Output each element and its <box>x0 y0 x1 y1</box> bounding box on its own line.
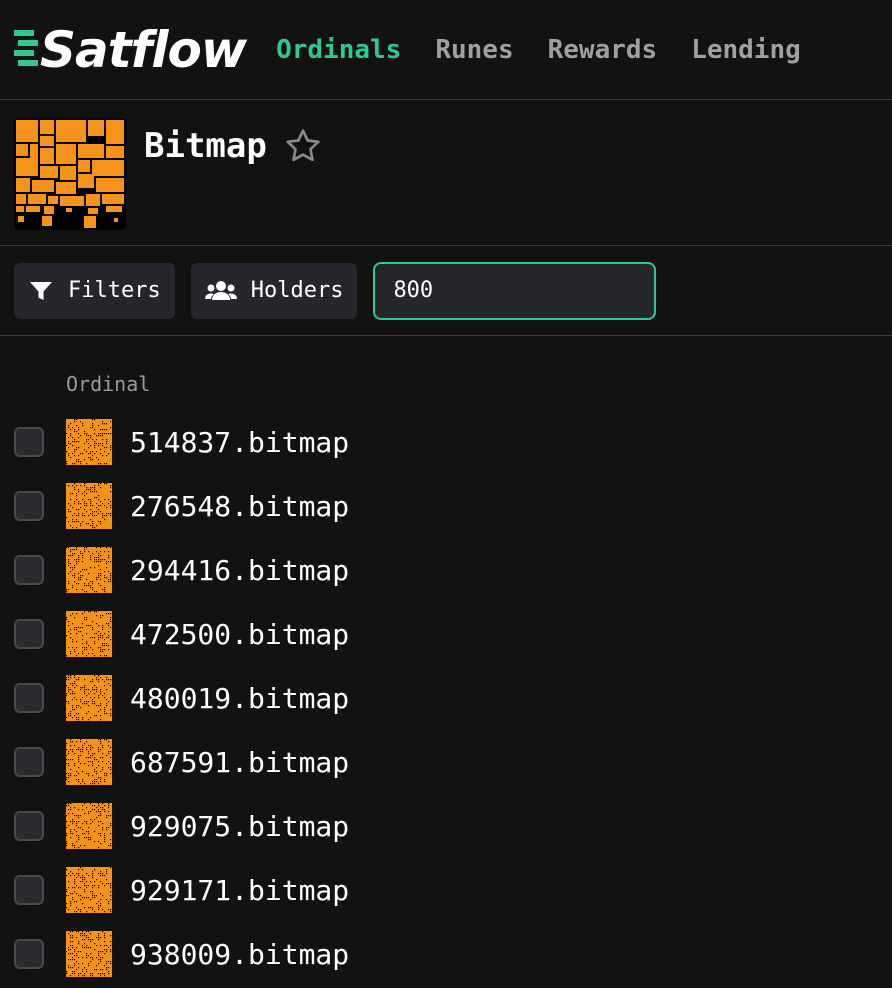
bitmap-thumbnail <box>66 803 112 849</box>
ordinal-name[interactable]: 687591.bitmap <box>130 746 349 779</box>
ordinal-list: 514837.bitmap 276548.bitmap 294416.bitmap 4… <box>0 410 892 986</box>
row-checkbox[interactable] <box>14 875 44 905</box>
bitmap-thumbnail <box>66 675 112 721</box>
list-item[interactable]: 687591.bitmap <box>0 730 892 794</box>
row-checkbox[interactable] <box>14 747 44 777</box>
satflow-logo[interactable]: Satflow <box>14 20 247 79</box>
row-checkbox[interactable] <box>14 811 44 841</box>
ordinal-name[interactable]: 938009.bitmap <box>130 938 349 971</box>
bitmap-thumbnail <box>66 611 112 657</box>
ordinal-name[interactable]: 472500.bitmap <box>130 618 349 651</box>
bitmap-thumbnail <box>66 739 112 785</box>
holders-label: Holders <box>250 278 344 303</box>
bitmap-thumbnail <box>66 547 112 593</box>
row-checkbox[interactable] <box>14 939 44 969</box>
list-item[interactable]: 929075.bitmap <box>0 794 892 858</box>
row-checkbox[interactable] <box>14 555 44 585</box>
search-input[interactable] <box>373 261 657 320</box>
ordinal-name[interactable]: 929171.bitmap <box>130 874 349 907</box>
collection-title: Bitmap <box>144 126 267 166</box>
ordinal-name[interactable]: 276548.bitmap <box>130 490 349 523</box>
list-item[interactable]: 938009.bitmap <box>0 922 892 986</box>
filter-icon <box>30 281 52 300</box>
ordinal-name[interactable]: 514837.bitmap <box>130 426 349 459</box>
list-item[interactable]: 472500.bitmap <box>0 602 892 666</box>
list-item[interactable]: 480019.bitmap <box>0 666 892 730</box>
row-checkbox[interactable] <box>14 683 44 713</box>
filters-button[interactable]: Filters <box>14 262 175 319</box>
nav-rewards[interactable]: Rewards <box>548 35 658 65</box>
list-item[interactable]: 294416.bitmap <box>0 538 892 602</box>
list-item[interactable]: 929171.bitmap <box>0 858 892 922</box>
users-icon <box>204 280 237 300</box>
ordinal-name[interactable]: 929075.bitmap <box>130 810 349 843</box>
filters-label: Filters <box>68 278 161 303</box>
row-checkbox[interactable] <box>14 619 44 649</box>
bitmap-thumbnail <box>66 867 112 913</box>
toolbar: Filters Holders <box>0 246 892 336</box>
nav-ordinals[interactable]: Ordinals <box>276 35 401 65</box>
list-item[interactable]: 514837.bitmap <box>0 410 892 474</box>
row-checkbox[interactable] <box>14 427 44 457</box>
nav-runes[interactable]: Runes <box>435 35 513 65</box>
bitmap-thumbnail <box>66 483 112 529</box>
bitmap-thumbnail <box>66 419 112 465</box>
top-navigation: Satflow Ordinals Runes Rewards Lending <box>0 0 892 100</box>
row-checkbox[interactable] <box>14 491 44 521</box>
bitmap-thumbnail <box>66 931 112 977</box>
nav-lending[interactable]: Lending <box>691 35 801 65</box>
holders-button[interactable]: Holders <box>190 262 358 319</box>
collection-image <box>14 118 126 230</box>
list-item[interactable]: 276548.bitmap <box>0 474 892 538</box>
brand-name: Satflow <box>40 20 247 79</box>
collection-header: Bitmap <box>0 100 892 246</box>
ordinal-name[interactable]: 294416.bitmap <box>130 554 349 587</box>
ordinal-name[interactable]: 480019.bitmap <box>130 682 349 715</box>
logo-mark-icon <box>14 29 38 66</box>
main-nav: Ordinals Runes Rewards Lending <box>276 35 835 65</box>
star-outline-icon[interactable] <box>283 126 323 166</box>
